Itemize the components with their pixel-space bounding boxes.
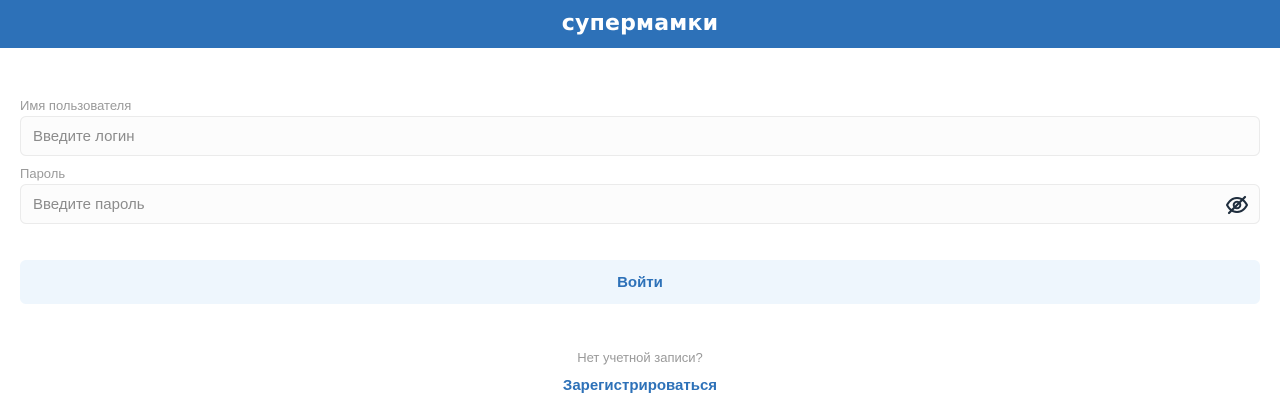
username-input[interactable]: [21, 117, 1259, 155]
no-account-text: Нет учетной записи?: [577, 350, 703, 365]
username-field-wrapper: [20, 116, 1260, 156]
eye-slash-icon[interactable]: [1225, 193, 1249, 217]
password-label: Пароль: [20, 166, 66, 181]
login-button[interactable]: Войти: [20, 260, 1260, 304]
register-link[interactable]: Зарегистрироваться: [0, 377, 1280, 394]
username-label: Имя пользователя: [20, 98, 132, 113]
password-input[interactable]: [21, 185, 1259, 223]
brand-logo[interactable]: супермамки: [562, 11, 718, 36]
password-field-wrapper: [20, 184, 1260, 224]
app-header: супермамки: [0, 0, 1280, 48]
